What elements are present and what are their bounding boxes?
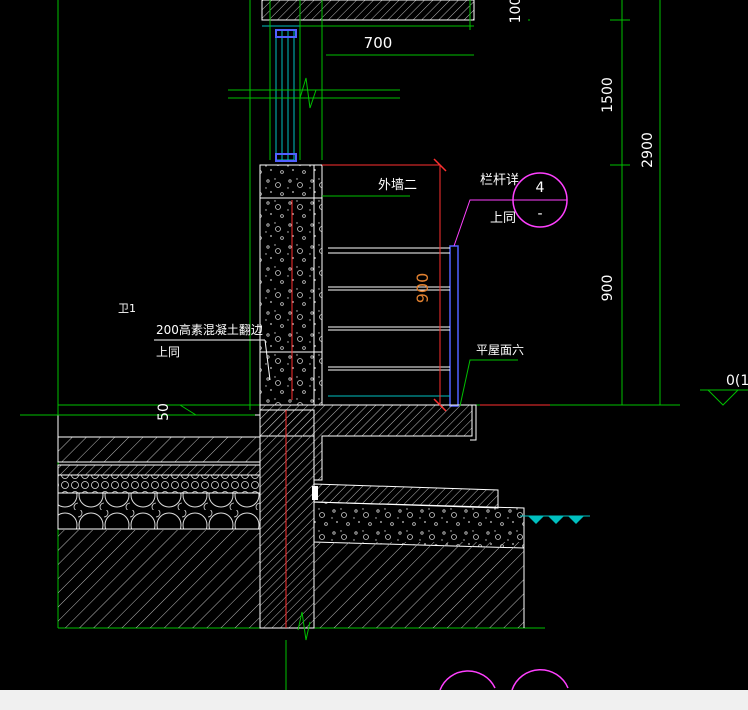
status-bar xyxy=(0,690,748,710)
cad-drawing-canvas[interactable]: 4 - 700 100 1500 2900 900 900 50 外墙二 栏杆详… xyxy=(0,0,748,710)
top-slab xyxy=(261,0,475,27)
dim-900-railing: 900 xyxy=(413,273,432,304)
railing-same-above-label: 上同 xyxy=(490,211,516,226)
level-mark-label: 0(1 xyxy=(726,373,748,389)
curb-same-above-label: 上同 xyxy=(156,345,180,359)
dim-1500: 1500 xyxy=(600,77,616,113)
flat-roof-label: 平屋面六 xyxy=(476,343,524,357)
detail-sheet: - xyxy=(537,206,542,222)
dim-700: 700 xyxy=(364,34,393,52)
detail-number: 4 xyxy=(536,180,545,196)
dim-900-right: 900 xyxy=(600,275,616,302)
dim-50: 50 xyxy=(156,403,172,421)
dim-2900: 2900 xyxy=(640,132,656,168)
bottom-arcs xyxy=(439,668,569,691)
concrete-curb-label: 200高素混凝土翻边 xyxy=(156,322,263,337)
exterior-ground xyxy=(312,483,590,628)
railing xyxy=(328,165,459,407)
exterior-wall-label: 外墙二 xyxy=(378,178,417,193)
railing-detail-label: 栏杆详 xyxy=(480,173,519,188)
dimension-lines xyxy=(20,0,661,416)
level-marker xyxy=(700,389,748,406)
dim-100: 100 xyxy=(508,0,524,23)
room-tag: 卫1 xyxy=(118,302,136,315)
foundation-wall xyxy=(259,409,315,641)
left-floor-layers xyxy=(57,414,261,628)
